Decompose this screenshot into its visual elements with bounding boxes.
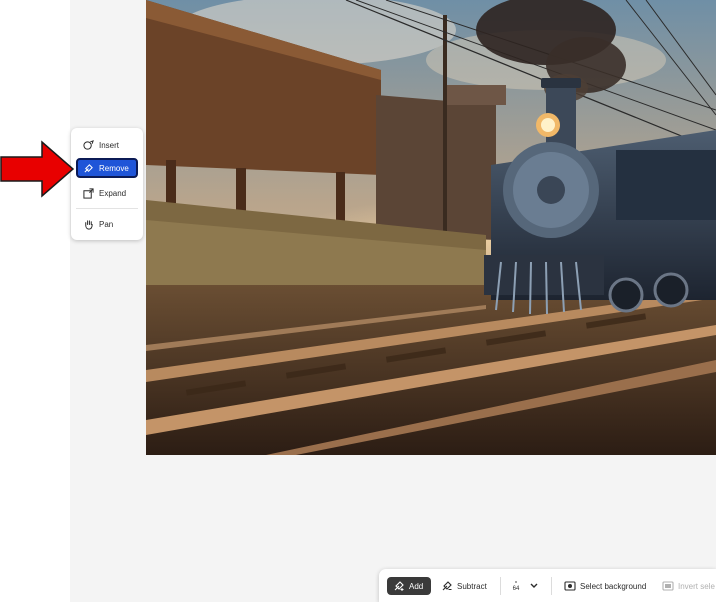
tool-divider — [76, 208, 138, 209]
subtract-label: Subtract — [457, 581, 487, 591]
add-brush-icon — [393, 580, 405, 592]
toolbar-divider — [500, 577, 501, 595]
canvas-image[interactable] — [146, 0, 716, 455]
tool-insert-label: Insert — [99, 140, 120, 150]
tool-expand[interactable]: Expand — [76, 183, 138, 203]
tool-insert[interactable]: Insert — [76, 135, 138, 155]
hand-icon — [83, 219, 94, 230]
add-button[interactable]: Add — [387, 577, 431, 595]
annotation-arrow-icon — [0, 140, 75, 203]
subtract-brush-icon — [441, 580, 453, 592]
add-label: Add — [409, 581, 424, 591]
select-background-button[interactable]: Select background — [564, 577, 646, 595]
chevron-down-icon — [529, 580, 541, 592]
tool-expand-label: Expand — [99, 188, 127, 198]
remove-brush-icon — [83, 163, 94, 174]
tool-panel: Insert Remove Expand Pan — [71, 128, 143, 240]
tool-pan[interactable]: Pan — [76, 214, 138, 234]
brush-size-dropdown[interactable] — [529, 577, 541, 595]
insert-brush-icon — [83, 139, 94, 151]
toolbar-divider — [551, 577, 552, 595]
tool-remove[interactable]: Remove — [76, 158, 138, 178]
invert-selection-label: Invert sele — [678, 581, 715, 591]
subtract-button[interactable]: Subtract — [441, 577, 487, 595]
tool-remove-label: Remove — [99, 163, 129, 173]
select-background-icon — [564, 580, 576, 592]
selection-toolbar: Add Subtract 64 Select background Invert… — [379, 569, 716, 602]
invert-selection-button[interactable]: Invert sele — [662, 577, 715, 595]
expand-icon — [83, 187, 94, 199]
tool-pan-label: Pan — [99, 219, 114, 229]
brush-size-value: 64 — [512, 585, 520, 592]
invert-selection-icon — [662, 580, 674, 592]
brush-size-dot — [515, 580, 517, 583]
brush-size-control[interactable]: 64 — [510, 576, 522, 596]
select-background-label: Select background — [580, 581, 647, 591]
